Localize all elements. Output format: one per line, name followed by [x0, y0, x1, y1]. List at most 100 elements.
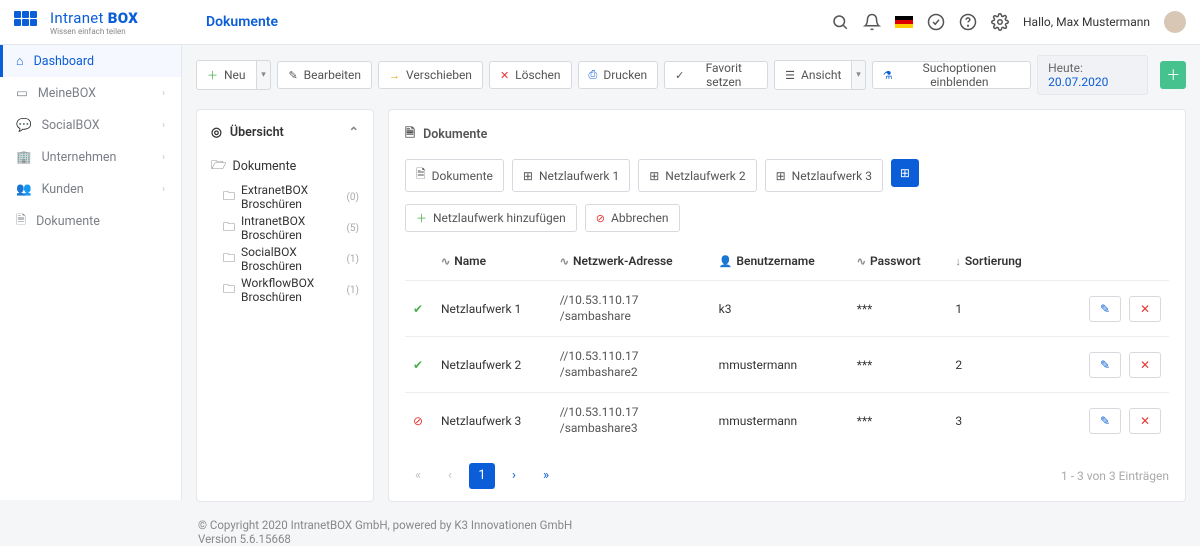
tree-item-count: (1): [346, 285, 359, 296]
search-icon[interactable]: [831, 13, 849, 31]
folder-icon: 🗀: [223, 249, 235, 270]
tab-netzlaufwerk-2[interactable]: ⊞Netzlaufwerk 2: [638, 159, 756, 192]
tree-item-count: (0): [346, 192, 359, 203]
print-button[interactable]: ⎙Drucken: [578, 61, 659, 89]
tree-item-label: SocialBOX Broschüren: [241, 245, 340, 273]
sort-down-icon: ↓: [955, 255, 961, 268]
overview-title: Übersicht: [230, 125, 284, 140]
move-button[interactable]: →Verschieben: [378, 61, 483, 89]
content-title: Dokumente: [423, 127, 487, 142]
sort-icon: ∿: [560, 255, 569, 268]
tab-dokumente[interactable]: 🗎 Dokumente: [405, 159, 504, 192]
chevron-right-icon: ›: [162, 88, 165, 99]
delete-button[interactable]: ✕Löschen: [489, 61, 572, 89]
add-drive-button[interactable]: ＋Netzlaufwerk hinzufügen: [405, 204, 577, 232]
box-icon: ▭: [16, 85, 28, 101]
status-ok-icon: ✔: [413, 358, 423, 372]
delete-row-button[interactable]: ✕: [1129, 296, 1161, 322]
copyright: © Copyright 2020 IntranetBOX GmbH, power…: [198, 518, 1184, 532]
new-dropdown[interactable]: ▾: [256, 61, 271, 89]
sidebar-item-kunden[interactable]: 👥Kunden›: [0, 173, 181, 205]
check-circle-icon[interactable]: [927, 13, 945, 31]
tab-grid-view[interactable]: ⊞: [891, 159, 919, 187]
sidebar-item-meinebox[interactable]: ▭MeineBOX›: [0, 77, 181, 109]
tree-root[interactable]: 🗁 Dokumente: [211, 156, 359, 177]
brand-logo[interactable]: Intranet BOX Wissen einfach teilen: [14, 9, 182, 36]
tree-item-label: WorkflowBOX Broschüren: [241, 276, 340, 304]
cell-sort: 2: [947, 337, 1049, 393]
chevron-right-icon: ›: [162, 184, 165, 195]
cell-pass: ***: [849, 337, 948, 393]
page-prev[interactable]: ‹: [437, 463, 463, 489]
avatar[interactable]: [1164, 11, 1186, 33]
target-icon: ◎: [211, 124, 222, 140]
folder-icon: 🗀: [223, 280, 235, 301]
edit-button[interactable]: ✎Bearbeiten: [277, 61, 372, 89]
cell-name: Netzlaufwerk 3: [433, 393, 552, 449]
content-panel: 🗎Dokumente 🗎Dokumente⊞Netzlaufwerk 1⊞Net…: [388, 109, 1186, 502]
col-user[interactable]: Benutzername: [736, 254, 814, 268]
sidebar-item-label: SocialBOX: [42, 118, 100, 133]
bell-icon[interactable]: [863, 13, 881, 31]
footer: © Copyright 2020 IntranetBOX GmbH, power…: [196, 518, 1186, 546]
table-row: ✔Netzlaufwerk 2//10.53.110.17/sambashare…: [405, 337, 1169, 393]
tree-item[interactable]: 🗀IntranetBOX Broschüren (5): [223, 214, 359, 242]
tree-item[interactable]: 🗀SocialBOX Broschüren (1): [223, 245, 359, 273]
cell-pass: ***: [849, 281, 948, 337]
home-icon: ⌂: [16, 54, 24, 69]
add-button[interactable]: ＋: [1160, 61, 1186, 89]
flag-de-icon[interactable]: [895, 16, 913, 28]
view-dropdown[interactable]: ▾: [851, 61, 864, 89]
tab-label: Netzlaufwerk 1: [539, 169, 619, 183]
sidebar-item-socialbox[interactable]: 💬SocialBOX›: [0, 109, 181, 141]
page-first[interactable]: «: [405, 463, 431, 489]
search-options-button[interactable]: ⚗Suchoptionen einblenden: [872, 61, 1031, 89]
sidebar: ⌂Dashboard▭MeineBOX›💬SocialBOX›🏢Unterneh…: [0, 45, 182, 500]
cell-addr: //10.53.110.17/sambashare3: [552, 393, 711, 449]
col-sort[interactable]: Sortierung: [965, 254, 1022, 268]
page-last[interactable]: »: [533, 463, 559, 489]
favorite-button[interactable]: ✓Favorit setzen: [664, 61, 768, 89]
tab-netzlaufwerk-3[interactable]: ⊞Netzlaufwerk 3: [765, 159, 883, 192]
col-addr[interactable]: Netzwerk-Adresse: [573, 254, 673, 268]
tree-item[interactable]: 🗀 WorkflowBOX Broschüren (1): [223, 276, 359, 304]
sidebar-item-label: Unternehmen: [42, 150, 117, 165]
top-header: Intranet BOX Wissen einfach teilen Dokum…: [0, 0, 1200, 45]
greeting: Hallo, Max Mustermann: [1023, 15, 1150, 29]
drives-table: ∿Name ∿Netzwerk-Adresse 👤Benutzername ∿P…: [405, 246, 1169, 449]
sidebar-item-dashboard[interactable]: ⌂Dashboard: [0, 45, 181, 77]
pagination: « ‹ 1 › » 1 - 3 von 3 Einträgen: [405, 463, 1169, 489]
page-next[interactable]: ›: [501, 463, 527, 489]
user-name: Max Mustermann: [1056, 15, 1150, 29]
delete-row-button[interactable]: ✕: [1129, 408, 1161, 434]
col-name[interactable]: Name: [454, 254, 486, 268]
help-icon[interactable]: [959, 13, 977, 31]
version: Version 5.6.15668: [198, 532, 1184, 546]
collapse-icon[interactable]: ⌃: [349, 124, 359, 140]
brand-tag: Wissen einfach teilen: [50, 27, 138, 36]
col-pass[interactable]: Passwort: [870, 254, 921, 268]
sidebar-item-dokumente[interactable]: 🗎 Dokumente: [0, 205, 181, 237]
chevron-right-icon: ›: [162, 152, 165, 163]
gear-icon[interactable]: [991, 13, 1009, 31]
doc-icon: 🗎: [416, 165, 426, 186]
page-current[interactable]: 1: [469, 463, 495, 489]
edit-row-button[interactable]: ✎: [1089, 408, 1121, 434]
new-button[interactable]: ＋Neu: [197, 61, 256, 89]
tab-label: Dokumente: [432, 169, 493, 183]
folder-icon: 🗀: [223, 218, 235, 239]
doc-icon: 🗎: [16, 211, 26, 232]
sidebar-item-label: Dokumente: [36, 214, 100, 229]
delete-row-button[interactable]: ✕: [1129, 352, 1161, 378]
view-button[interactable]: ☰Ansicht: [775, 61, 851, 89]
tree-item[interactable]: 🗀ExtranetBOX Broschüren (0): [223, 183, 359, 211]
page-title: Dokumente: [206, 14, 278, 30]
edit-row-button[interactable]: ✎: [1089, 296, 1121, 322]
chevron-right-icon: ›: [162, 120, 165, 131]
sidebar-item-unternehmen[interactable]: 🏢Unternehmen›: [0, 141, 181, 173]
cancel-button[interactable]: ⊘Abbrechen: [585, 204, 680, 232]
tree-root-label: Dokumente: [233, 159, 297, 174]
tab-netzlaufwerk-1[interactable]: ⊞Netzlaufwerk 1: [512, 159, 630, 192]
edit-row-button[interactable]: ✎: [1089, 352, 1121, 378]
logo-mark: [14, 11, 44, 33]
